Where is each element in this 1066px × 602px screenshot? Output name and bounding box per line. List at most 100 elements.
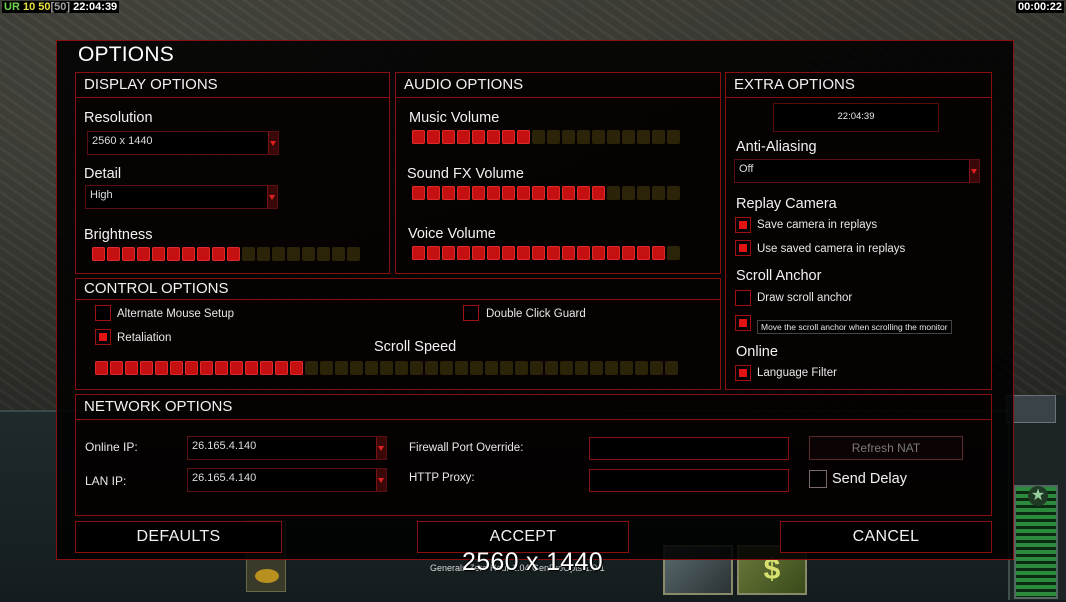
- slider-segment[interactable]: [427, 186, 440, 200]
- slider-segment[interactable]: [622, 246, 635, 260]
- slider-segment[interactable]: [290, 361, 303, 375]
- retaliation-checkbox[interactable]: [95, 329, 111, 345]
- slider-segment[interactable]: [410, 361, 423, 375]
- lan-ip-dropdown[interactable]: 26.165.4.140: [187, 468, 387, 492]
- slider-segment[interactable]: [442, 130, 455, 144]
- slider-segment[interactable]: [412, 186, 425, 200]
- slider-segment[interactable]: [577, 186, 590, 200]
- slider-segment[interactable]: [545, 361, 558, 375]
- slider-segment[interactable]: [607, 186, 620, 200]
- slider-segment[interactable]: [667, 186, 680, 200]
- slider-segment[interactable]: [95, 361, 108, 375]
- slider-segment[interactable]: [665, 361, 678, 375]
- slider-segment[interactable]: [547, 186, 560, 200]
- alternate-mouse-checkbox[interactable]: [95, 305, 111, 321]
- slider-segment[interactable]: [412, 246, 425, 260]
- use-saved-camera-checkbox[interactable]: [735, 240, 751, 256]
- slider-segment[interactable]: [592, 130, 605, 144]
- slider-segment[interactable]: [197, 247, 210, 261]
- slider-segment[interactable]: [560, 361, 573, 375]
- language-filter-checkbox[interactable]: [735, 365, 751, 381]
- save-camera-checkbox[interactable]: [735, 217, 751, 233]
- slider-segment[interactable]: [260, 361, 273, 375]
- slider-segment[interactable]: [122, 247, 135, 261]
- slider-segment[interactable]: [425, 361, 438, 375]
- chevron-down-icon[interactable]: [268, 132, 278, 154]
- slider-segment[interactable]: [317, 247, 330, 261]
- http-proxy-input[interactable]: [589, 469, 789, 492]
- slider-segment[interactable]: [155, 361, 168, 375]
- slider-segment[interactable]: [212, 247, 225, 261]
- slider-segment[interactable]: [440, 361, 453, 375]
- slider-segment[interactable]: [455, 361, 468, 375]
- slider-segment[interactable]: [667, 246, 680, 260]
- slider-segment[interactable]: [515, 361, 528, 375]
- sfx-volume-slider[interactable]: [412, 186, 680, 200]
- slider-segment[interactable]: [275, 361, 288, 375]
- slider-segment[interactable]: [380, 361, 393, 375]
- slider-segment[interactable]: [547, 246, 560, 260]
- slider-segment[interactable]: [517, 186, 530, 200]
- slider-segment[interactable]: [637, 246, 650, 260]
- slider-segment[interactable]: [485, 361, 498, 375]
- slider-segment[interactable]: [350, 361, 363, 375]
- slider-segment[interactable]: [500, 361, 513, 375]
- slider-segment[interactable]: [577, 246, 590, 260]
- slider-segment[interactable]: [230, 361, 243, 375]
- slider-segment[interactable]: [257, 247, 270, 261]
- scroll-speed-slider[interactable]: [95, 361, 678, 375]
- slider-segment[interactable]: [227, 247, 240, 261]
- slider-segment[interactable]: [332, 247, 345, 261]
- chevron-down-icon[interactable]: [267, 186, 277, 208]
- slider-segment[interactable]: [472, 246, 485, 260]
- slider-segment[interactable]: [272, 247, 285, 261]
- slider-segment[interactable]: [182, 247, 195, 261]
- slider-segment[interactable]: [347, 247, 360, 261]
- music-volume-slider[interactable]: [412, 130, 680, 144]
- slider-segment[interactable]: [472, 186, 485, 200]
- slider-segment[interactable]: [562, 186, 575, 200]
- slider-segment[interactable]: [517, 130, 530, 144]
- slider-segment[interactable]: [92, 247, 105, 261]
- slider-segment[interactable]: [395, 361, 408, 375]
- move-scroll-anchor-checkbox[interactable]: [735, 315, 751, 331]
- slider-segment[interactable]: [562, 130, 575, 144]
- anti-aliasing-dropdown[interactable]: Off: [734, 159, 980, 183]
- slider-segment[interactable]: [137, 247, 150, 261]
- slider-segment[interactable]: [427, 246, 440, 260]
- slider-segment[interactable]: [532, 186, 545, 200]
- slider-segment[interactable]: [427, 130, 440, 144]
- refresh-nat-button[interactable]: Refresh NAT: [809, 436, 963, 460]
- slider-segment[interactable]: [562, 246, 575, 260]
- slider-segment[interactable]: [470, 361, 483, 375]
- slider-segment[interactable]: [302, 247, 315, 261]
- firewall-port-input[interactable]: [589, 437, 789, 460]
- chevron-down-icon[interactable]: [376, 437, 386, 459]
- slider-segment[interactable]: [170, 361, 183, 375]
- slider-segment[interactable]: [592, 246, 605, 260]
- chevron-down-icon[interactable]: [969, 160, 979, 182]
- slider-segment[interactable]: [502, 186, 515, 200]
- cancel-button[interactable]: CANCEL: [780, 521, 992, 553]
- defaults-button[interactable]: DEFAULTS: [75, 521, 282, 553]
- slider-segment[interactable]: [140, 361, 153, 375]
- slider-segment[interactable]: [305, 361, 318, 375]
- slider-segment[interactable]: [532, 246, 545, 260]
- resolution-dropdown[interactable]: 2560 x 1440: [87, 131, 279, 155]
- slider-segment[interactable]: [442, 186, 455, 200]
- slider-segment[interactable]: [502, 130, 515, 144]
- slider-segment[interactable]: [635, 361, 648, 375]
- send-delay-checkbox[interactable]: [809, 470, 827, 488]
- double-click-guard-checkbox[interactable]: [463, 305, 479, 321]
- slider-segment[interactable]: [607, 130, 620, 144]
- slider-segment[interactable]: [487, 246, 500, 260]
- detail-dropdown[interactable]: High: [85, 185, 278, 209]
- slider-segment[interactable]: [200, 361, 213, 375]
- slider-segment[interactable]: [622, 186, 635, 200]
- slider-segment[interactable]: [457, 130, 470, 144]
- slider-segment[interactable]: [245, 361, 258, 375]
- slider-segment[interactable]: [320, 361, 333, 375]
- slider-segment[interactable]: [590, 361, 603, 375]
- slider-segment[interactable]: [620, 361, 633, 375]
- slider-segment[interactable]: [457, 246, 470, 260]
